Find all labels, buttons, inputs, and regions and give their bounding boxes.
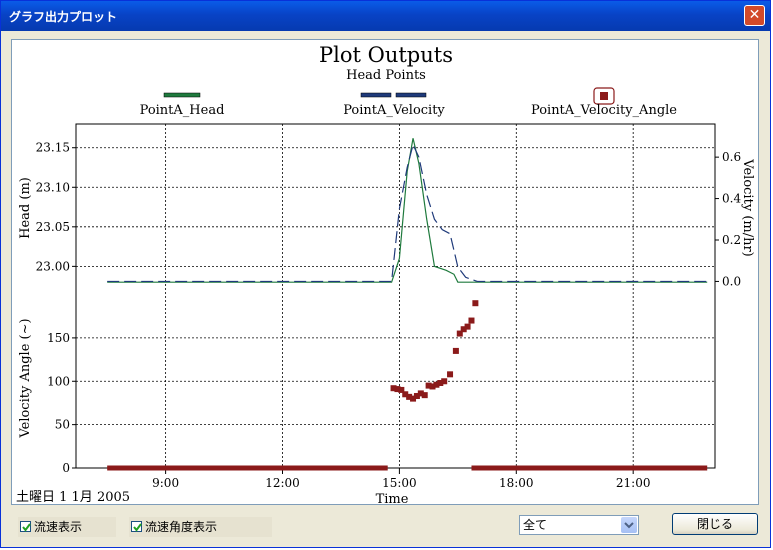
y-tick-label-velocity: 0.2 (722, 233, 741, 247)
y-axis-label-velocity: Velocity (m/hr) (740, 158, 755, 256)
y-tick-label-velocity: 0.4 (722, 192, 741, 206)
series-point-angle (452, 347, 459, 354)
checkbox-angle-box[interactable] (131, 521, 142, 532)
y-axis-label-head: Head (m) (18, 177, 33, 239)
legend-label-angle: PointA_Velocity_Angle (531, 103, 677, 118)
check-icon (133, 523, 142, 532)
legend-swatch-angle (600, 92, 608, 100)
title-bar: グラフ出力プロット ✕ (1, 1, 770, 31)
legend-label-head: PointA_Head (140, 103, 225, 118)
plot-panel: Plot Outputs Head Points PointA_Head Poi… (11, 39, 759, 507)
y-tick-label-angle: 100 (47, 374, 70, 388)
plot-subtitle: Head Points (346, 68, 426, 83)
window-title: グラフ出力プロット (9, 10, 118, 24)
plot-chart: Plot Outputs Head Points PointA_Head Poi… (16, 43, 755, 507)
series-layer (107, 138, 708, 471)
plot-output-window: グラフ出力プロット ✕ Plot Outputs Head Points Poi… (0, 0, 771, 548)
y-tick-label-head: 23.05 (36, 220, 70, 234)
series-line-velocity (107, 142, 708, 283)
x-axis-label: Time (376, 492, 409, 504)
y-axis-label-angle: Velocity Angle (~) (18, 318, 33, 438)
axis-ticks: 9:00 12:00 15:00 18:00 21:00 23.00 23.05 23.10 2… (36, 141, 742, 490)
legend-label-velocity: PointA_Velocity (343, 103, 445, 118)
bottom-controls: 流速表示 流速角度表示 全て 閉じる (1, 507, 770, 547)
y-tick-label-angle: 50 (55, 418, 70, 432)
series-select[interactable]: 全て (519, 515, 639, 535)
y-tick-label-head: 23.00 (36, 259, 70, 273)
y-tick-label-velocity: 0.0 (722, 274, 741, 288)
check-icon (22, 523, 31, 532)
series-select-value: 全て (523, 518, 548, 532)
chevron-down-icon[interactable] (621, 517, 637, 533)
series-point-angle (472, 300, 479, 307)
grid-lines (76, 124, 715, 468)
series-point-angle (441, 378, 448, 385)
x-tick-label: 21:00 (616, 476, 651, 490)
y-tick-label-angle: 150 (47, 331, 70, 345)
y-tick-label-velocity: 0.6 (722, 150, 741, 164)
series-point-angle (468, 317, 475, 324)
y-tick-label-angle: 0 (62, 461, 70, 475)
window-close-icon[interactable]: ✕ (744, 5, 765, 26)
legend-swatch-velocity-b (395, 92, 427, 98)
series-line-head (107, 138, 708, 283)
date-label: 土曜日 1 1月 2005 (16, 490, 130, 504)
close-button[interactable]: 閉じる (672, 513, 758, 535)
velocity-display-checkbox[interactable]: 流速表示 (18, 517, 116, 537)
x-tick-label: 9:00 (152, 476, 179, 490)
checkbox-velocity-label: 流速表示 (34, 520, 83, 534)
legend-swatch-head (163, 92, 201, 98)
y-tick-label-head: 23.10 (36, 180, 70, 194)
plot-frame (75, 123, 716, 469)
checkbox-velocity-box[interactable] (20, 521, 31, 532)
series-point-angle (464, 323, 471, 330)
legend-swatch-velocity-a (360, 92, 392, 98)
angle-display-checkbox[interactable]: 流速角度表示 (129, 517, 272, 537)
series-point-angle (447, 371, 454, 378)
x-tick-label: 15:00 (382, 476, 417, 490)
series-point-angle (421, 392, 428, 399)
plot-title: Plot Outputs (319, 43, 453, 67)
x-tick-label: 12:00 (265, 476, 300, 490)
x-tick-label: 18:00 (499, 476, 534, 490)
y-tick-label-head: 23.15 (36, 141, 70, 155)
checkbox-angle-label: 流速角度表示 (145, 520, 218, 534)
